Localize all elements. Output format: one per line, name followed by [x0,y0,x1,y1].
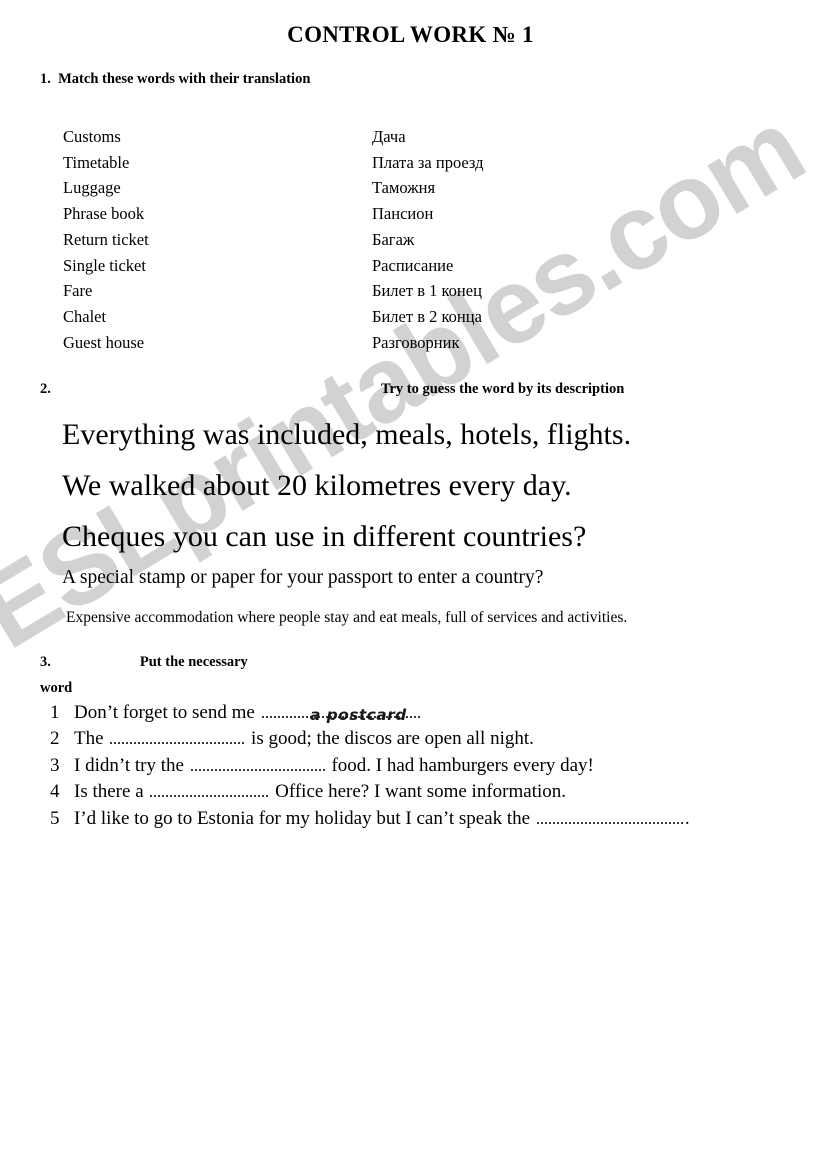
list-item: Билет в 2 конца [372,306,482,326]
item-number: 1 [50,702,60,723]
list-item: 4 Is there a Office here? I want some inf… [50,779,810,805]
item-text-after: is good; the discos are open all night. [251,728,534,750]
answer-blank[interactable] [536,809,683,824]
list-item: Return ticket [63,229,149,249]
item-text-after: . [684,807,690,829]
item-number: 2 [50,728,60,750]
handwritten-answer: a postcard [310,706,407,724]
list-item: Багаж [372,229,415,249]
section-3-heading: 3. Put the necessary word [40,649,460,701]
item-text-before: Don’t forget to send me [74,702,255,723]
worksheet-page: ESLprintables.com CONTROL WORK № 1 1. Ma… [0,0,821,1169]
item-number: 4 [50,781,60,803]
description-line: A special stamp or paper for your passpo… [62,567,544,588]
item-text-before: I didn’t try the [74,754,184,776]
list-item: Таможня [372,178,436,198]
item-text-before: The [74,728,104,750]
item-number: 3 [50,754,60,776]
item-text-before: Is there a [74,781,144,803]
list-item: Chalet [63,306,107,326]
list-item: Luggage [63,178,121,198]
item-text-after: food. I had hamburgers every day! [331,754,594,776]
answer-blank[interactable] [110,729,245,745]
gapfill-list: 1 Don’t forget to send me a postcard 2 The… [50,700,810,832]
list-item: Guest house [63,332,145,352]
section-3-heading-text-wrap: word [40,680,73,696]
description-line: Expensive accommodation where people sta… [66,609,628,626]
item-number: 5 [50,807,60,829]
section-3-number: 3. [40,654,51,670]
list-item: Плата за проезд [372,152,484,172]
section-2-heading-text: Try to guess the word by its description [380,381,625,397]
list-item: Пансион [372,204,434,224]
answer-blank[interactable] [190,756,325,771]
list-item: Single ticket [63,255,146,275]
list-item: Customs [63,127,121,146]
list-item: Timetable [63,152,130,172]
list-item: 1 Don’t forget to send me a postcard [50,700,810,726]
page-title: CONTROL WORK № 1 [287,22,534,47]
list-item: Билет в 1 конец [372,281,482,301]
item-text-before: I’d like to go to Estonia for my holiday… [74,807,531,829]
answer-blank[interactable] [150,782,269,798]
section-1-heading-text: Match these words with their translation [58,71,311,87]
section-1-heading: 1. Match these words with their translat… [40,71,310,88]
english-word-list: Customs Timetable Luggage Phrase book Re… [63,124,149,355]
section-2-heading: 2. Try to guess the word by its descripti… [40,381,624,398]
description-line: We walked about 20 kilometres every day. [62,469,572,502]
list-item: Phrase book [63,204,145,224]
list-item: 2 The is good; the discos are open all ni… [50,726,810,752]
description-line: Cheques you can use in different countri… [62,520,587,553]
list-item: 5 I’d like to go to Estonia for my holida… [50,806,810,832]
list-item: Fare [63,281,93,301]
item-text-after: Office here? I want some information. [275,781,567,803]
section-2-number: 2. [40,381,51,397]
list-item: Разговорник [372,332,460,352]
section-3-heading-text: Put the necessary [139,654,248,670]
list-item: Расписание [372,255,454,275]
russian-word-list: Дача Плата за проезд Таможня Пансион Баг… [372,124,484,355]
description-line: Everything was included, meals, hotels, … [62,418,632,451]
section-1-number: 1. [40,71,51,87]
list-item: Дача [372,127,406,146]
list-item: 3 I didn’t try the food. I had hamburgers… [50,753,810,779]
